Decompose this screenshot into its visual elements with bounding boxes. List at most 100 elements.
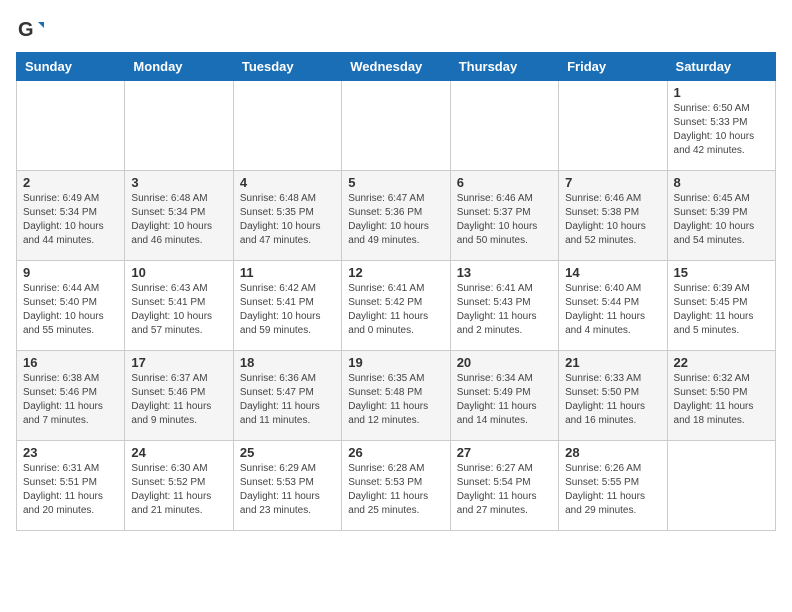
day-number: 3	[131, 175, 226, 190]
weekday-header-row: SundayMondayTuesdayWednesdayThursdayFrid…	[17, 53, 776, 81]
day-cell: 21 Sunrise: 6:33 AM Sunset: 5:50 PM Dayli…	[559, 351, 667, 441]
day-info: Sunrise: 6:41 AM Sunset: 5:42 PM Dayligh…	[348, 282, 443, 338]
day-info: Sunrise: 6:43 AM Sunset: 5:41 PM Dayligh…	[131, 282, 226, 338]
day-cell: 11Sunrise: 6:42 AM Sunset: 5:41 PM Dayli…	[233, 261, 341, 351]
day-number: 13	[457, 265, 552, 280]
day-number: 4	[240, 175, 335, 190]
weekday-header-wednesday: Wednesday	[342, 53, 450, 81]
day-info: Sunrise: 6:35 AM Sunset: 5:48 PM Dayligh…	[348, 372, 443, 428]
day-cell: 23 Sunrise: 6:31 AM Sunset: 5:51 PM Dayli…	[17, 441, 125, 531]
day-info: Sunrise: 6:27 AM Sunset: 5:54 PM Dayligh…	[457, 462, 552, 518]
day-number: 15	[674, 265, 769, 280]
day-cell: 26 Sunrise: 6:28 AM Sunset: 5:53 PM Dayli…	[342, 441, 450, 531]
day-cell	[450, 81, 558, 171]
day-cell: 16 Sunrise: 6:38 AM Sunset: 5:46 PM Dayli…	[17, 351, 125, 441]
logo: G	[16, 16, 48, 44]
day-info: Sunrise: 6:50 AM Sunset: 5:33 PM Dayligh…	[674, 102, 769, 158]
day-number: 6	[457, 175, 552, 190]
day-number: 10	[131, 265, 226, 280]
day-info: Sunrise: 6:39 AM Sunset: 5:45 PM Dayligh…	[674, 282, 769, 338]
day-info: Sunrise: 6:38 AM Sunset: 5:46 PM Dayligh…	[23, 372, 118, 428]
day-cell	[559, 81, 667, 171]
day-info: Sunrise: 6:33 AM Sunset: 5:50 PM Dayligh…	[565, 372, 660, 428]
weekday-header-friday: Friday	[559, 53, 667, 81]
day-cell: 25 Sunrise: 6:29 AM Sunset: 5:53 PM Dayli…	[233, 441, 341, 531]
day-number: 16	[23, 355, 118, 370]
day-cell: 18 Sunrise: 6:36 AM Sunset: 5:47 PM Dayli…	[233, 351, 341, 441]
day-cell	[233, 81, 341, 171]
day-cell: 28 Sunrise: 6:26 AM Sunset: 5:55 PM Dayli…	[559, 441, 667, 531]
day-number: 19	[348, 355, 443, 370]
day-cell: 13 Sunrise: 6:41 AM Sunset: 5:43 PM Dayli…	[450, 261, 558, 351]
day-number: 26	[348, 445, 443, 460]
day-number: 9	[23, 265, 118, 280]
day-number: 5	[348, 175, 443, 190]
day-info: Sunrise: 6:28 AM Sunset: 5:53 PM Dayligh…	[348, 462, 443, 518]
weekday-header-tuesday: Tuesday	[233, 53, 341, 81]
day-cell: 1 Sunrise: 6:50 AM Sunset: 5:33 PM Daylig…	[667, 81, 775, 171]
day-info: Sunrise: 6:32 AM Sunset: 5:50 PM Dayligh…	[674, 372, 769, 428]
day-info: Sunrise: 6:30 AM Sunset: 5:52 PM Dayligh…	[131, 462, 226, 518]
day-info: Sunrise: 6:47 AM Sunset: 5:36 PM Dayligh…	[348, 192, 443, 248]
calendar-table: SundayMondayTuesdayWednesdayThursdayFrid…	[16, 52, 776, 531]
day-number: 24	[131, 445, 226, 460]
day-info: Sunrise: 6:46 AM Sunset: 5:37 PM Dayligh…	[457, 192, 552, 248]
day-cell: 20Sunrise: 6:34 AM Sunset: 5:49 PM Dayli…	[450, 351, 558, 441]
day-cell: 3 Sunrise: 6:48 AM Sunset: 5:34 PM Daylig…	[125, 171, 233, 261]
day-number: 14	[565, 265, 660, 280]
day-number: 27	[457, 445, 552, 460]
day-cell: 27 Sunrise: 6:27 AM Sunset: 5:54 PM Dayli…	[450, 441, 558, 531]
day-cell: 12 Sunrise: 6:41 AM Sunset: 5:42 PM Dayli…	[342, 261, 450, 351]
logo-icon: G	[16, 16, 44, 44]
day-info: Sunrise: 6:44 AM Sunset: 5:40 PM Dayligh…	[23, 282, 118, 338]
day-number: 18	[240, 355, 335, 370]
day-number: 25	[240, 445, 335, 460]
day-info: Sunrise: 6:36 AM Sunset: 5:47 PM Dayligh…	[240, 372, 335, 428]
day-number: 21	[565, 355, 660, 370]
day-info: Sunrise: 6:45 AM Sunset: 5:39 PM Dayligh…	[674, 192, 769, 248]
day-info: Sunrise: 6:48 AM Sunset: 5:35 PM Dayligh…	[240, 192, 335, 248]
day-number: 12	[348, 265, 443, 280]
day-info: Sunrise: 6:41 AM Sunset: 5:43 PM Dayligh…	[457, 282, 552, 338]
day-cell: 6 Sunrise: 6:46 AM Sunset: 5:37 PM Daylig…	[450, 171, 558, 261]
day-cell	[667, 441, 775, 531]
day-info: Sunrise: 6:46 AM Sunset: 5:38 PM Dayligh…	[565, 192, 660, 248]
header: G	[16, 16, 776, 44]
weekday-header-saturday: Saturday	[667, 53, 775, 81]
day-info: Sunrise: 6:40 AM Sunset: 5:44 PM Dayligh…	[565, 282, 660, 338]
day-cell	[342, 81, 450, 171]
day-info: Sunrise: 6:48 AM Sunset: 5:34 PM Dayligh…	[131, 192, 226, 248]
day-info: Sunrise: 6:49 AM Sunset: 5:34 PM Dayligh…	[23, 192, 118, 248]
day-info: Sunrise: 6:37 AM Sunset: 5:46 PM Dayligh…	[131, 372, 226, 428]
day-info: Sunrise: 6:34 AM Sunset: 5:49 PM Dayligh…	[457, 372, 552, 428]
day-number: 7	[565, 175, 660, 190]
day-cell: 17 Sunrise: 6:37 AM Sunset: 5:46 PM Dayli…	[125, 351, 233, 441]
day-number: 17	[131, 355, 226, 370]
day-number: 28	[565, 445, 660, 460]
day-cell: 14 Sunrise: 6:40 AM Sunset: 5:44 PM Dayli…	[559, 261, 667, 351]
day-info: Sunrise: 6:26 AM Sunset: 5:55 PM Dayligh…	[565, 462, 660, 518]
day-number: 22	[674, 355, 769, 370]
day-number: 23	[23, 445, 118, 460]
weekday-header-monday: Monday	[125, 53, 233, 81]
day-cell	[17, 81, 125, 171]
day-cell: 7 Sunrise: 6:46 AM Sunset: 5:38 PM Daylig…	[559, 171, 667, 261]
day-number: 1	[674, 85, 769, 100]
week-row-4: 16 Sunrise: 6:38 AM Sunset: 5:46 PM Dayli…	[17, 351, 776, 441]
day-cell: 24 Sunrise: 6:30 AM Sunset: 5:52 PM Dayli…	[125, 441, 233, 531]
day-cell: 10 Sunrise: 6:43 AM Sunset: 5:41 PM Dayli…	[125, 261, 233, 351]
week-row-3: 9 Sunrise: 6:44 AM Sunset: 5:40 PM Daylig…	[17, 261, 776, 351]
day-cell: 2 Sunrise: 6:49 AM Sunset: 5:34 PM Daylig…	[17, 171, 125, 261]
weekday-header-sunday: Sunday	[17, 53, 125, 81]
week-row-1: 1 Sunrise: 6:50 AM Sunset: 5:33 PM Daylig…	[17, 81, 776, 171]
day-cell: 19 Sunrise: 6:35 AM Sunset: 5:48 PM Dayli…	[342, 351, 450, 441]
day-number: 8	[674, 175, 769, 190]
day-info: Sunrise: 6:31 AM Sunset: 5:51 PM Dayligh…	[23, 462, 118, 518]
week-row-5: 23 Sunrise: 6:31 AM Sunset: 5:51 PM Dayli…	[17, 441, 776, 531]
svg-text:G: G	[18, 19, 34, 41]
day-cell	[125, 81, 233, 171]
day-info: Sunrise: 6:29 AM Sunset: 5:53 PM Dayligh…	[240, 462, 335, 518]
day-number: 2	[23, 175, 118, 190]
weekday-header-thursday: Thursday	[450, 53, 558, 81]
day-cell: 8 Sunrise: 6:45 AM Sunset: 5:39 PM Daylig…	[667, 171, 775, 261]
